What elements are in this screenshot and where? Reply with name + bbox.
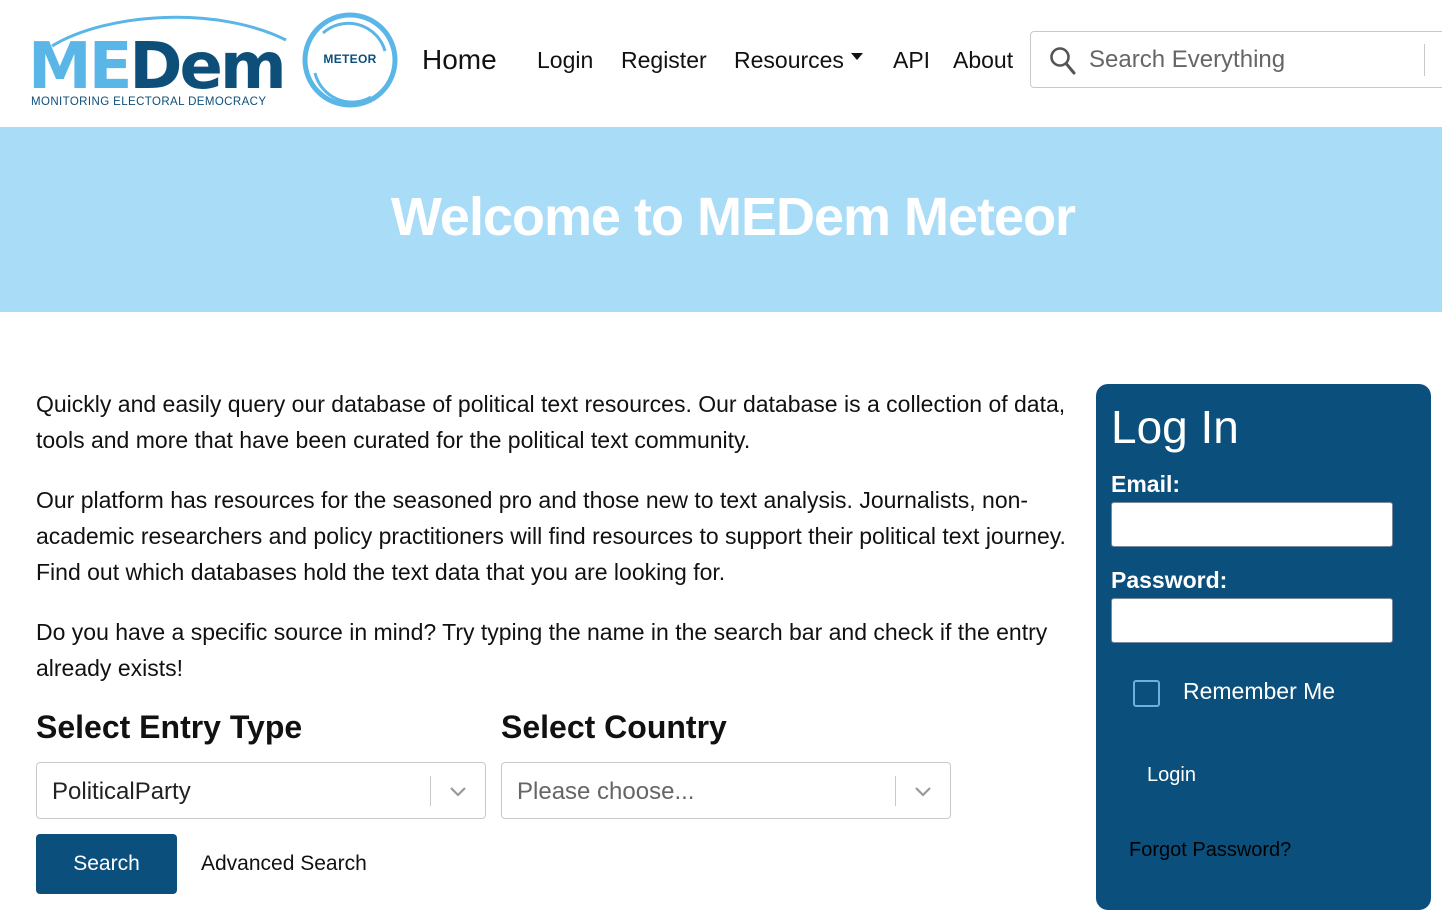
site-header: MEDem MONITORING ELECTORAL DEMOCRACY MET… [0,0,1442,127]
login-panel: Log In Email: Password: Remember Me Logi… [1096,384,1431,910]
medem-wordmark-me: ME [28,30,132,104]
search-icon [1050,47,1076,75]
intro-text: Quickly and easily query our database of… [36,386,1066,710]
hero-banner: Welcome to MEDem Meteor [0,127,1442,312]
chevron-down-icon [915,787,931,797]
nav-home[interactable]: Home [422,0,497,120]
search-input[interactable] [1089,40,1409,80]
intro-paragraph-3: Do you have a specific source in mind? T… [36,619,1048,681]
caret-down-icon [850,52,863,60]
country-label: Select Country [501,709,727,745]
meteor-logo-text: METEOR [323,52,377,66]
password-field[interactable] [1111,598,1393,643]
intro-paragraph-1: Quickly and easily query our database of… [36,391,1066,453]
remember-me-label[interactable]: Remember Me [1183,678,1335,705]
entry-type-select[interactable]: PoliticalParty [36,762,486,819]
nav-login[interactable]: Login [537,0,593,120]
entry-type-value: PoliticalParty [52,778,191,805]
email-label: Email: [1111,471,1181,497]
medem-wordmark: MEDem [28,30,287,104]
medem-wordmark-dem: Dem [129,30,286,104]
medem-subtitle: MONITORING ELECTORAL DEMOCRACY [31,96,267,108]
nav-api[interactable]: API [893,0,930,120]
select-separator [430,776,431,806]
nav-resources-dropdown[interactable]: Resources [734,0,863,120]
nav-register[interactable]: Register [621,0,707,120]
advanced-search-link[interactable]: Advanced Search [201,852,367,876]
chevron-down-icon [450,787,466,797]
country-placeholder: Please choose... [517,778,695,805]
search-button[interactable]: Search [36,834,177,894]
meteor-logo[interactable]: METEOR [301,11,399,109]
email-field[interactable] [1111,502,1393,547]
entry-type-label: Select Entry Type [36,709,303,745]
select-separator [895,776,896,806]
login-title: Log In [1111,401,1239,453]
remember-me-checkbox[interactable] [1133,680,1160,707]
login-button[interactable]: Login [1147,764,1196,787]
search-divider [1424,44,1425,76]
hero-title: Welcome to MEDem Meteor [390,187,1076,247]
nav-about[interactable]: About [953,0,1013,120]
country-select[interactable]: Please choose... [501,762,951,819]
medem-logo[interactable]: MEDem MONITORING ELECTORAL DEMOCRACY [28,10,287,112]
forgot-password-link[interactable]: Forgot Password? [1129,839,1291,862]
intro-paragraph-2: Our platform has resources for the seaso… [36,487,1066,585]
nav-resources-label: Resources [734,46,844,73]
global-search[interactable] [1030,31,1442,88]
password-label: Password: [1111,567,1228,593]
